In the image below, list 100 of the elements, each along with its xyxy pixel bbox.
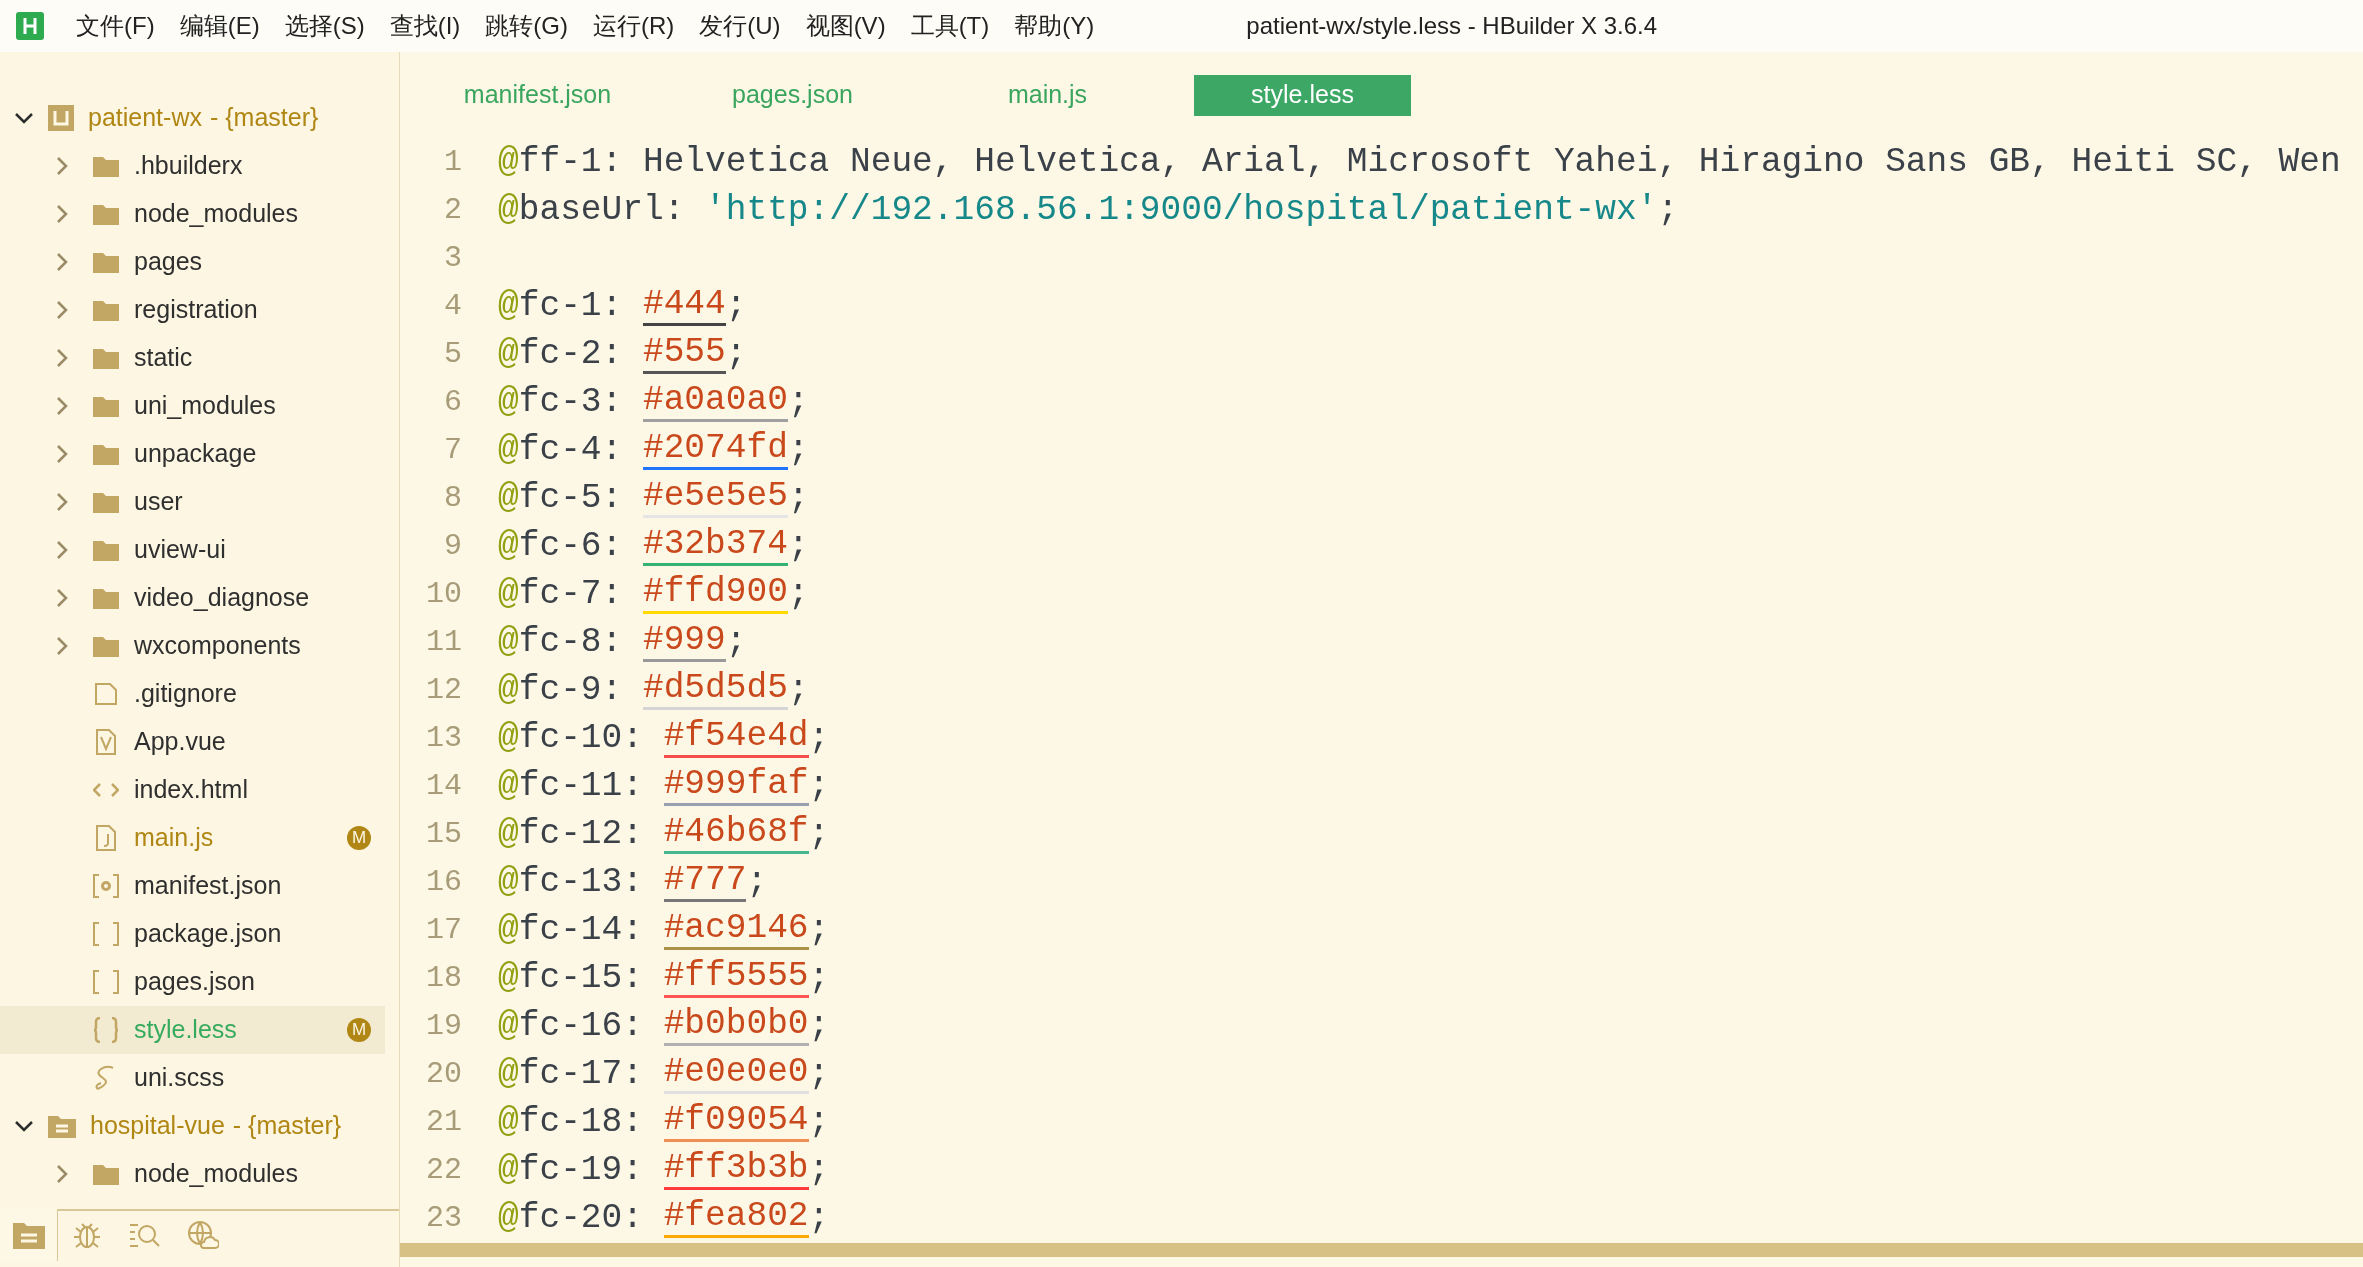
color-value: #46b68f <box>663 814 809 854</box>
chevron-right-icon[interactable] <box>56 636 68 656</box>
semicolon: ; <box>787 525 809 568</box>
horizontal-scrollbar[interactable] <box>400 1243 2363 1257</box>
file-name: node_modules <box>134 198 298 230</box>
folder-icon <box>93 203 119 225</box>
brackets-icon <box>93 922 119 946</box>
chevron-right-icon[interactable] <box>56 300 68 320</box>
line-number: 12 <box>425 671 462 709</box>
variable-name: fc-5: <box>518 477 623 520</box>
settings-file-icon <box>93 874 119 898</box>
menu-item[interactable]: 帮助(Y) <box>1012 8 1097 44</box>
file-tree-item[interactable]: wxcomponents <box>0 622 385 670</box>
file-tree-item[interactable]: pages.json <box>0 958 385 1006</box>
file-name: style.less <box>134 1014 237 1046</box>
menu-item[interactable]: 视图(V) <box>803 8 888 44</box>
menu-item[interactable]: 工具(T) <box>908 8 992 44</box>
file-name: wxcomponents <box>134 630 301 662</box>
chevron-right-icon[interactable] <box>56 204 68 224</box>
file-name: node_modules <box>134 1158 298 1190</box>
chevron-right-icon[interactable] <box>56 540 68 560</box>
line-number: 11 <box>425 623 462 661</box>
chevron-right-icon[interactable] <box>56 588 68 608</box>
menu-item[interactable]: 编辑(E) <box>177 8 262 44</box>
file-tree-item[interactable]: .hbuilderx <box>0 142 385 190</box>
color-value: #999 <box>642 622 726 662</box>
file-tree-item[interactable]: video_diagnose <box>0 574 385 622</box>
at-sign: @ <box>498 861 519 904</box>
file-tree-item[interactable]: uni.scss <box>0 1054 385 1102</box>
line-number: 23 <box>425 1199 462 1237</box>
semicolon: ; <box>1657 189 1679 232</box>
bug-icon <box>72 1220 102 1250</box>
menu-item[interactable]: 选择(S) <box>282 8 367 44</box>
line-number: 16 <box>425 863 462 901</box>
file-tree-item[interactable]: unpackage <box>0 430 385 478</box>
chevron-right-icon[interactable] <box>56 396 68 416</box>
file-tree-item[interactable]: uview-ui <box>0 526 385 574</box>
line-number: 1 <box>443 143 462 181</box>
chevron-right-icon[interactable] <box>56 156 68 176</box>
branch-label: - {master} <box>209 102 319 134</box>
file-name: user <box>134 486 183 518</box>
file-tree-item[interactable]: user <box>0 478 385 526</box>
chevron-down-icon[interactable] <box>14 111 34 125</box>
file-tree-item[interactable]: registration <box>0 286 385 334</box>
at-sign: @ <box>498 285 519 328</box>
at-sign: @ <box>498 333 519 376</box>
menu-item[interactable]: 运行(R) <box>590 8 677 44</box>
folder-icon <box>93 251 119 273</box>
color-value: #444 <box>642 286 726 326</box>
semicolon: ; <box>808 717 830 760</box>
menu-item[interactable]: 查找(I) <box>387 8 463 44</box>
file-tree-item[interactable]: .gitignore <box>0 670 385 718</box>
variable-name: fc-16: <box>518 1005 643 1048</box>
file-tree-item[interactable]: pages <box>0 238 385 286</box>
line-number: 14 <box>425 767 462 805</box>
color-value: #f09054 <box>663 1102 809 1142</box>
chevron-right-icon[interactable] <box>56 1164 68 1184</box>
semicolon: ; <box>808 909 830 952</box>
menu-item[interactable]: 文件(F) <box>74 8 157 44</box>
menu-item[interactable]: 发行(U) <box>697 8 783 44</box>
file-tree-item[interactable]: App.vue <box>0 718 385 766</box>
variable-name: fc-11: <box>518 765 643 808</box>
chevron-right-icon[interactable] <box>56 252 68 272</box>
semicolon: ; <box>808 1053 830 1096</box>
file-tree-item[interactable]: package.json <box>0 910 385 958</box>
folder-icon <box>93 395 119 417</box>
project-tab[interactable] <box>0 1209 58 1261</box>
project-icon <box>48 105 74 131</box>
line-number: 2 <box>443 191 462 229</box>
line-number: 5 <box>443 335 462 373</box>
line-number: 21 <box>425 1103 462 1141</box>
semicolon: ; <box>808 1149 830 1192</box>
file-tree-item[interactable]: node_modules <box>0 1150 385 1198</box>
chevron-right-icon[interactable] <box>56 444 68 464</box>
file-tree-item[interactable]: index.html <box>0 766 385 814</box>
chevron-right-icon[interactable] <box>56 492 68 512</box>
semicolon: ; <box>808 1197 830 1240</box>
at-sign: @ <box>498 1053 519 1096</box>
file-tree-item[interactable]: manifest.json <box>0 862 385 910</box>
variable-name: fc-7: <box>518 573 623 616</box>
chevron-down-icon[interactable] <box>14 1119 34 1133</box>
chevron-right-icon[interactable] <box>56 348 68 368</box>
variable-name: fc-15: <box>518 957 643 1000</box>
menu-item[interactable]: 跳转(G) <box>483 8 570 44</box>
file-tree-item[interactable]: node_modules <box>0 190 385 238</box>
code-icon <box>93 782 119 798</box>
file-tree-item[interactable]: uni_modules <box>0 382 385 430</box>
color-value: #a0a0a0 <box>642 382 788 422</box>
variable-name: fc-9: <box>518 669 623 712</box>
variable-name: fc-3: <box>518 381 623 424</box>
file-tree-item[interactable]: static <box>0 334 385 382</box>
at-sign: @ <box>498 717 519 760</box>
folder-icon <box>93 635 119 657</box>
folder-icon <box>93 587 119 609</box>
line-number: 4 <box>443 287 462 325</box>
file-name: pages.json <box>134 966 255 998</box>
at-sign: @ <box>498 957 519 1000</box>
line-number: 9 <box>443 527 462 565</box>
semicolon: ; <box>725 621 747 664</box>
at-sign: @ <box>498 909 519 952</box>
